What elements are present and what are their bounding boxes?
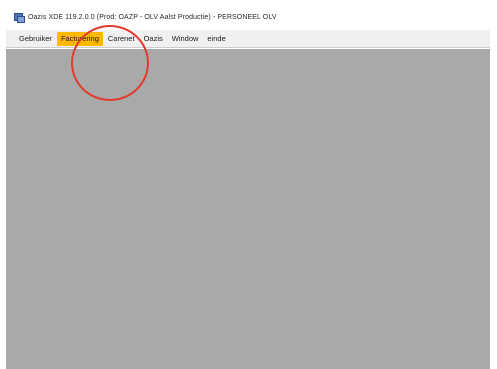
app-window-icon bbox=[14, 12, 25, 23]
menu-bar: Gebruiker Facturering Carenet Oazis Wind… bbox=[6, 30, 490, 48]
menu-item-gebruiker[interactable]: Gebruiker bbox=[15, 32, 56, 46]
menu-item-facturering[interactable]: Facturering bbox=[56, 31, 103, 46]
menu-item-oazis[interactable]: Oazis bbox=[140, 32, 167, 46]
mdi-workspace bbox=[6, 49, 490, 369]
application-window: Oazis XDE 119.2.0.0 (Prod: OAZP - OLV Aa… bbox=[6, 5, 490, 369]
menu-item-carenet[interactable]: Carenet bbox=[104, 32, 139, 46]
menu-item-window[interactable]: Window bbox=[168, 32, 203, 46]
title-bar[interactable]: Oazis XDE 119.2.0.0 (Prod: OAZP - OLV Aa… bbox=[6, 5, 490, 29]
window-title: Oazis XDE 119.2.0.0 (Prod: OAZP - OLV Aa… bbox=[28, 13, 277, 21]
menu-item-einde[interactable]: einde bbox=[203, 32, 229, 46]
